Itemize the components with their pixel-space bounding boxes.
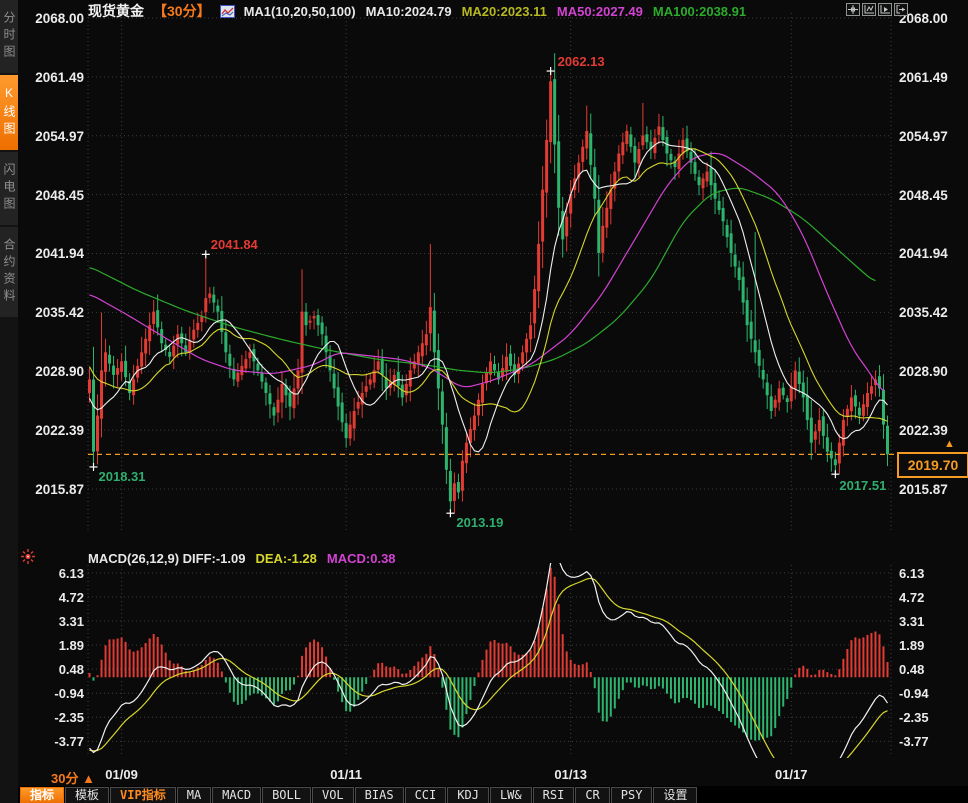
indicator-tab-LW&[interactable]: LW& [489, 787, 532, 803]
macd-axis-label-right: -0.94 [899, 686, 929, 702]
macd-axis-label-left: -0.94 [54, 686, 84, 702]
y-axis-label-left: 2028.90 [35, 364, 84, 380]
price-annotation: 2062.13 [557, 54, 605, 70]
x-axis-date-label: 01/09 [105, 767, 138, 782]
sidebar-tab-2[interactable]: K线图 [0, 75, 18, 150]
ma-values: MA1(10,20,50,100) MA10:2024.79 MA20:2023.1… [244, 4, 757, 19]
macd-axis-label-right: -2.35 [899, 710, 929, 726]
period-selector[interactable]: 30分 ▲ [51, 768, 95, 787]
y-axis-label-right: 2054.97 [899, 128, 948, 144]
ma-value-label: MA50:2027.49 [556, 3, 643, 19]
macd-axis-label-right: 6.13 [899, 565, 925, 581]
x-axis-date-label: 01/13 [554, 767, 587, 782]
indicator-tab-VIP指标[interactable]: VIP指标 [110, 787, 176, 803]
ma-value-label: MA1(10,20,50,100) [243, 3, 356, 19]
y-axis-label-left: 2054.97 [35, 128, 84, 144]
macd-axis-label-right: 3.31 [899, 613, 925, 629]
alert-icon[interactable] [20, 548, 36, 570]
chart-toolbar [846, 3, 908, 16]
indicator-tab-VOL[interactable]: VOL [311, 787, 354, 803]
macd-axis-label-left: 0.48 [58, 662, 84, 678]
y-axis-label-left: 2061.49 [35, 69, 84, 85]
macd-value-label: DEA:-1.28 [255, 551, 317, 566]
macd-axis-label-left: 6.13 [58, 565, 84, 581]
macd-series [88, 563, 889, 758]
symbol-name: 现货黄金 [88, 3, 144, 19]
y-axis-label-right: 2022.39 [899, 423, 948, 439]
left-sidebar: 分时图 K线图闪电图合约资料 [0, 0, 18, 803]
ma-value-label: MA20:2023.11 [461, 3, 547, 19]
mini-chart-icon [219, 4, 235, 18]
indicator-tab-MACD[interactable]: MACD [212, 787, 262, 803]
y-axis-label-left: 2022.39 [35, 423, 84, 439]
price-annotation: 2041.84 [210, 237, 258, 253]
y-axis-label-left: 2048.45 [35, 187, 84, 203]
macd-axis-label-left: 3.31 [58, 613, 84, 629]
macd-axis-label-right: 1.89 [899, 638, 925, 654]
indicator-tab-CCI[interactable]: CCI [404, 787, 447, 803]
price-annotation: 2013.19 [456, 515, 504, 531]
y-axis-label-left: 2041.94 [35, 246, 84, 262]
sidebar-tab-4[interactable]: 合约资料 [0, 227, 18, 317]
macd-axis-label-right: 0.48 [899, 662, 925, 678]
macd-legend: MACD(26,12,9) DIFF:-1.09 DEA:-1.28 MACD:0.… [88, 551, 396, 566]
indicator-tab-RSI[interactable]: RSI [532, 787, 575, 803]
macd-axis-label-left: -3.77 [54, 734, 84, 750]
y-axis-label-left: 2068.00 [35, 11, 84, 26]
sidebar-tab-1[interactable]: 分时图 [0, 0, 18, 73]
indicator-tab-设置[interactable]: 设置 [653, 787, 698, 803]
y-axis-label-right: 2028.90 [899, 364, 948, 380]
x-axis-row: 30分 ▲ 01/09 01/11 01/13 01/17 [18, 763, 968, 786]
price-annotation: 2018.31 [98, 468, 146, 484]
indicator-tab-BIAS[interactable]: BIAS [354, 787, 404, 803]
sidebar-tab-3[interactable]: 闪电图 [0, 152, 18, 225]
candlestick-series [88, 53, 889, 514]
macd-axis-label-right: -3.77 [899, 734, 929, 750]
trading-app-window: 分时图 K线图闪电图合约资料 现货黄金 【30分】 MA1(10,20,50,10… [0, 0, 968, 803]
y-axis-zoom-icon[interactable] [862, 3, 876, 16]
indicator-tab-BOLL[interactable]: BOLL [262, 787, 311, 803]
x-axis-zoom-icon[interactable] [878, 3, 892, 16]
y-axis-label-left: 2015.87 [35, 482, 84, 497]
macd-value-label: MACD(26,12,9) DIFF:-1.09 [88, 551, 246, 566]
main-chart-legend: 现货黄金 【30分】 MA1(10,20,50,100) MA10:2024.79… [88, 3, 756, 19]
price-macd-chart[interactable] [0, 0, 968, 803]
y-axis-label-left: 2035.42 [35, 305, 84, 321]
current-price-label: 2019.70 [897, 452, 968, 478]
indicator-tab-模板[interactable]: 模板 [65, 787, 110, 803]
ma-value-label: MA10:2024.79 [365, 3, 452, 19]
y-axis-label-right: 2035.42 [899, 305, 948, 321]
price-up-arrow-icon: ▲ [944, 438, 955, 450]
y-axis-label-right: 2061.49 [899, 69, 948, 85]
ma-value-label: MA100:2038.91 [652, 3, 747, 19]
indicator-tab-指标[interactable]: 指标 [20, 787, 65, 803]
indicator-tab-PSY[interactable]: PSY [610, 787, 653, 803]
x-axis-date-label: 01/17 [774, 767, 808, 782]
indicator-tab-CR[interactable]: CR [575, 787, 610, 803]
y-axis-label-right: 2041.94 [899, 246, 948, 262]
macd-axis-label-left: 1.89 [58, 638, 84, 654]
y-axis-label-right: 2048.45 [899, 187, 948, 203]
macd-value-label: MACD:0.38 [326, 551, 396, 566]
crosshair-icon[interactable] [846, 3, 860, 16]
macd-axis-label-left: -2.35 [54, 710, 84, 726]
indicator-tab-KDJ[interactable]: KDJ [447, 787, 489, 803]
macd-axis-label-right: 4.72 [899, 589, 925, 605]
macd-axis-label-left: 4.72 [58, 589, 84, 605]
exit-icon[interactable] [894, 3, 908, 16]
x-axis-date-label: 01/11 [330, 767, 363, 782]
indicator-tab-bar: 指标 模板 VIP指标 MA MACD BOLL VOL BIAS CCI KDJ LW& RSI CR… [18, 786, 968, 803]
period-badge: 【30分】 [153, 3, 211, 19]
price-annotation: 2017.51 [839, 478, 887, 494]
indicator-tab-MA[interactable]: MA [176, 787, 212, 803]
y-axis-label-right: 2015.87 [899, 482, 948, 497]
extreme-point-markers [89, 67, 840, 518]
